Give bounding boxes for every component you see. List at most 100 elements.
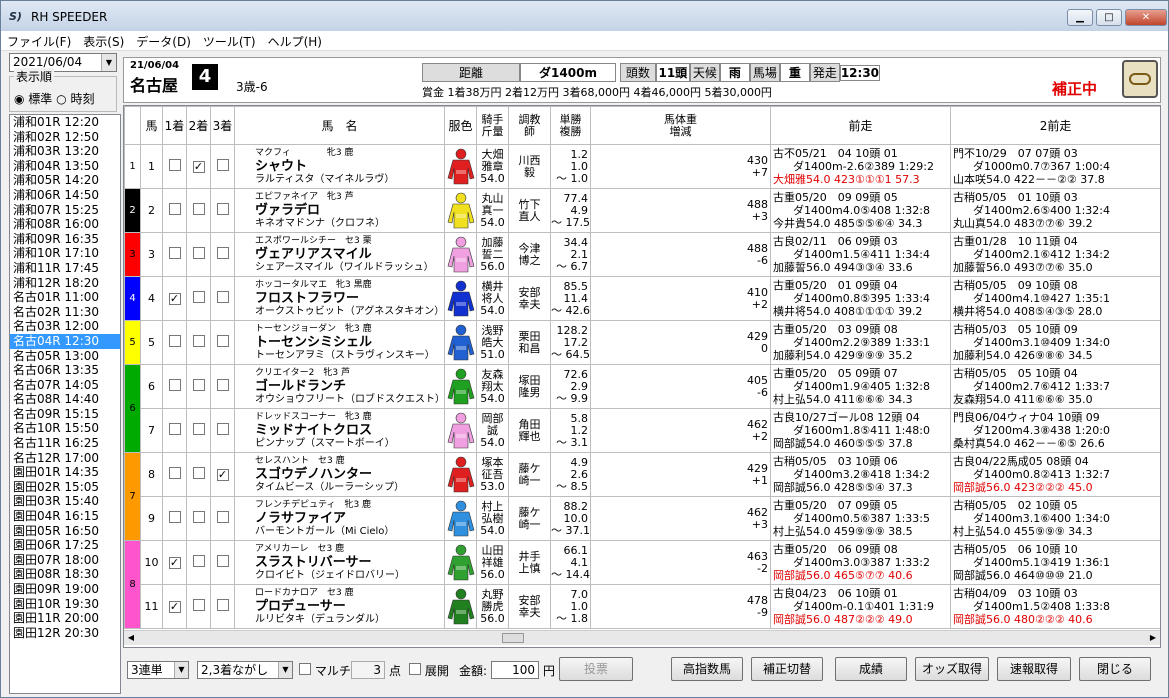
menu-item[interactable]: ツール(T) [197,31,262,50]
place-checkbox[interactable] [192,247,205,259]
past-race-cell[interactable]: 古良10/27ゴール08 12頭 04 ダ1600m1.8⑤411 1:48:0 岡… [770,408,952,453]
table-row[interactable]: 3 3 エスポワールシチー セ3 栗ヴェアリアスマイル シェアースマイル（ワイルドラッ… [124,232,1160,277]
place-checkbox[interactable] [168,247,181,259]
place-checkbox[interactable] [168,379,181,391]
race-list-item[interactable]: 浦和08R 16:00 [10,217,120,232]
minimize-button[interactable]: ▁ [1067,9,1093,26]
race-list-item[interactable]: 名古05R 13:00 [10,349,120,364]
past-race-cell[interactable]: 古重05/20 03 09頭 08 ダ1400m2.2⑨389 1:33:1 加藤利… [770,320,952,365]
place-checkbox[interactable] [216,335,229,347]
past-race-cell[interactable]: 古重05/20 09 09頭 05 ダ1400m4.0⑤408 1:32:8 今井貴… [770,188,952,233]
past-race-cell[interactable]: 古良04/23 06 10頭 01 ダ1400m-0.1①401 1:31:9 岡部… [770,584,952,629]
race-list-item[interactable]: 浦和05R 14:20 [10,173,120,188]
race-list-item[interactable]: 園田08R 18:30 [10,567,120,582]
table-row[interactable]: 7 ドレッドスコーナー 牝3 鹿ミッドナイトクロス ピンナップ（スマートボーイ） 岡部… [125,408,1160,453]
race-list-item[interactable]: 名古04R 12:30 [10,333,120,349]
past-race-cell[interactable]: 古稍05/03 05 10頭 09 ダ1400m3.1⑩409 1:34:0 加藤利… [950,320,1160,365]
column-header[interactable]: 3着 [210,106,235,145]
race-list-item[interactable]: 浦和03R 13:20 [10,144,120,159]
table-row[interactable]: 11 ✓ ロードカナロア セ3 鹿プロデューサー ルリビタキ（デュランダル） 丸野 勝虎 5… [125,584,1160,629]
place-checkbox[interactable] [192,555,205,567]
place-checkbox[interactable]: ✓ [168,293,181,305]
amount-input[interactable]: 100 [491,661,539,679]
horse-name[interactable]: フロストフラワー [255,291,444,306]
table-row[interactable]: 4 4 ✓ ホッコータルマエ 牝3 黒鹿 フロストフラワー オークストゥビット（アグネスタ… [124,276,1160,321]
open-checkbox[interactable]: 展開 [409,662,449,679]
past-race-cell[interactable]: 古重05/20 06 09頭 08 ダ1400m3.0③387 1:33:2 岡部誠… [770,540,952,585]
column-header[interactable]: 調教 師 [508,106,552,145]
place-checkbox[interactable] [216,159,229,171]
vote-button[interactable]: 投票 [559,657,633,681]
horse-name[interactable]: トーセンシミシェル [255,335,444,350]
place-checkbox[interactable]: ✓ [168,557,181,569]
chevron-right-icon[interactable]: ▶ [1146,631,1160,645]
race-list-item[interactable]: 浦和06R 14:50 [10,188,120,203]
race-list-item[interactable]: 浦和02R 12:50 [10,130,120,145]
horse-name[interactable]: ミッドナイトクロス [255,423,444,438]
place-checkbox[interactable] [192,423,205,435]
results-button[interactable]: 成績 [835,657,907,681]
past-race-cell[interactable]: 古稍05/05 03 10頭 06 ダ1400m3.2⑧418 1:34:2 岡部誠… [770,452,952,497]
column-header[interactable]: 騎手 斤量 [476,106,510,145]
past-race-cell[interactable]: 古重05/20 01 09頭 04 ダ1400m0.8⑤395 1:33:4 横井将… [770,276,952,321]
radio-standard[interactable]: ◉ 標準 [14,92,52,106]
race-list-item[interactable]: 名古07R 14:05 [10,378,120,393]
past-race-cell[interactable]: 古良04/22馬成05 08頭 04 ダ1400m0.8②413 1:32:7 岡部… [950,452,1160,497]
race-list-item[interactable]: 名古12R 17:00 [10,451,120,466]
race-list-item[interactable]: 名古11R 16:25 [10,436,120,451]
place-checkbox[interactable] [216,379,229,391]
race-list-item[interactable]: 園田02R 15:05 [10,480,120,495]
race-list-item[interactable]: 名古03R 12:00 [10,319,120,334]
race-list-item[interactable]: 園田09R 19:00 [10,582,120,597]
place-checkbox[interactable] [192,291,205,303]
race-list-item[interactable]: 名古10R 15:50 [10,421,120,436]
menu-item[interactable]: ファイル(F) [1,31,77,50]
race-list-item[interactable]: 名古09R 15:15 [10,407,120,422]
table-row[interactable]: 9 フレンチデピュティ 牝3 鹿ノラサファイア バーモントガール（Mi Cielo）… [125,496,1160,541]
place-checkbox[interactable]: ✓ [216,469,229,481]
menu-item[interactable]: データ(D) [130,31,197,50]
column-header[interactable]: 服色 [444,106,478,145]
table-row[interactable]: 7 8 ✓ セレスハント セ3 鹿スゴウデノハンター タイムビース（ルーラーシップ） 塚本… [124,452,1160,541]
past-race-cell[interactable]: 古良02/11 06 09頭 03 ダ1400m1.5④411 1:34:4 加藤誓… [770,232,952,277]
bet-type-select[interactable]: 3連単 ▼ [127,661,189,679]
place-checkbox[interactable] [192,379,205,391]
race-list-item[interactable]: 園田10R 19:30 [10,597,120,612]
place-checkbox[interactable] [192,599,205,611]
past-race-cell[interactable]: 古不05/21 04 10頭 01 ダ1400m-2.6②389 1:29:2 大畑… [770,144,952,189]
past-race-cell[interactable]: 古重05/20 07 09頭 05 ダ1400m0.5⑥387 1:33:5 村上弘… [770,496,952,541]
horse-name[interactable]: スゴウデノハンター [255,467,444,482]
past-race-cell[interactable]: 古稍05/05 02 10頭 05 ダ1400m3.1⑥400 1:34:0 村上弘… [950,496,1160,541]
table-row[interactable]: 1 1 ✓ マクフィ 牝3 鹿シャウト ラルティスタ（マイネルラヴ） 大畑 雅章 54.0 川西… [124,144,1160,189]
column-header[interactable]: 馬 名 [233,106,446,145]
horse-name[interactable]: シャウト [255,159,444,174]
horse-name[interactable]: ゴールドランチ [255,379,444,394]
horse-name[interactable]: ヴェアリアスマイル [255,247,444,262]
place-checkbox[interactable] [216,247,229,259]
race-list-item[interactable]: 浦和10R 17:10 [10,246,120,261]
race-list-item[interactable]: 園田05R 16:50 [10,524,120,539]
column-header[interactable]: 1着 [162,106,187,145]
race-list-item[interactable]: 園田12R 20:30 [10,626,120,641]
race-list[interactable]: 浦和01R 12:20 浦和02R 12:50 浦和03R 13:20 浦和04R 1… [9,114,121,694]
place-checkbox[interactable] [216,511,229,523]
race-list-item[interactable]: 園田01R 14:35 [10,465,120,480]
place-checkbox[interactable] [168,335,181,347]
horse-name[interactable]: プロデューサー [255,599,444,614]
race-list-item[interactable]: 名古08R 14:40 [10,392,120,407]
place-checkbox[interactable] [168,423,181,435]
past-race-cell[interactable]: 門不10/29 07 07頭 03 ダ1000m0.7⑦367 1:00:4 山本咲… [950,144,1160,189]
chevron-down-icon[interactable]: ▼ [174,662,188,678]
table-row[interactable]: 5 5 トーセンジョーダン 牝3 鹿トーセンシミシェル トーセンアヲミ（ストラヴィンス… [124,320,1160,365]
race-list-item[interactable]: 浦和09R 16:35 [10,232,120,247]
radio-time[interactable]: ○ 時刻 [56,92,94,106]
close-button[interactable]: 閉じる [1079,657,1151,681]
race-list-item[interactable]: 園田07R 18:00 [10,553,120,568]
menu-item[interactable]: ヘルプ(H) [262,31,328,50]
horse-name[interactable]: ヴァラデロ [255,203,444,218]
table-row[interactable]: 8 10 ✓ アメリカーレ セ3 鹿スラストリバーサー クロイビト（ジェイドロバリー） 山… [124,540,1160,629]
scroll-thumb[interactable] [502,633,524,643]
past-race-cell[interactable]: 古重01/28 10 11頭 04 ダ1400m2.1⑥412 1:34:2 加藤誓… [950,232,1160,277]
place-checkbox[interactable] [192,511,205,523]
table-row[interactable]: 2 2 エピファネイア 牝3 芦ヴァラデロ キネオマドンナ（クロフネ） 丸山 真一 54.0… [124,188,1160,233]
